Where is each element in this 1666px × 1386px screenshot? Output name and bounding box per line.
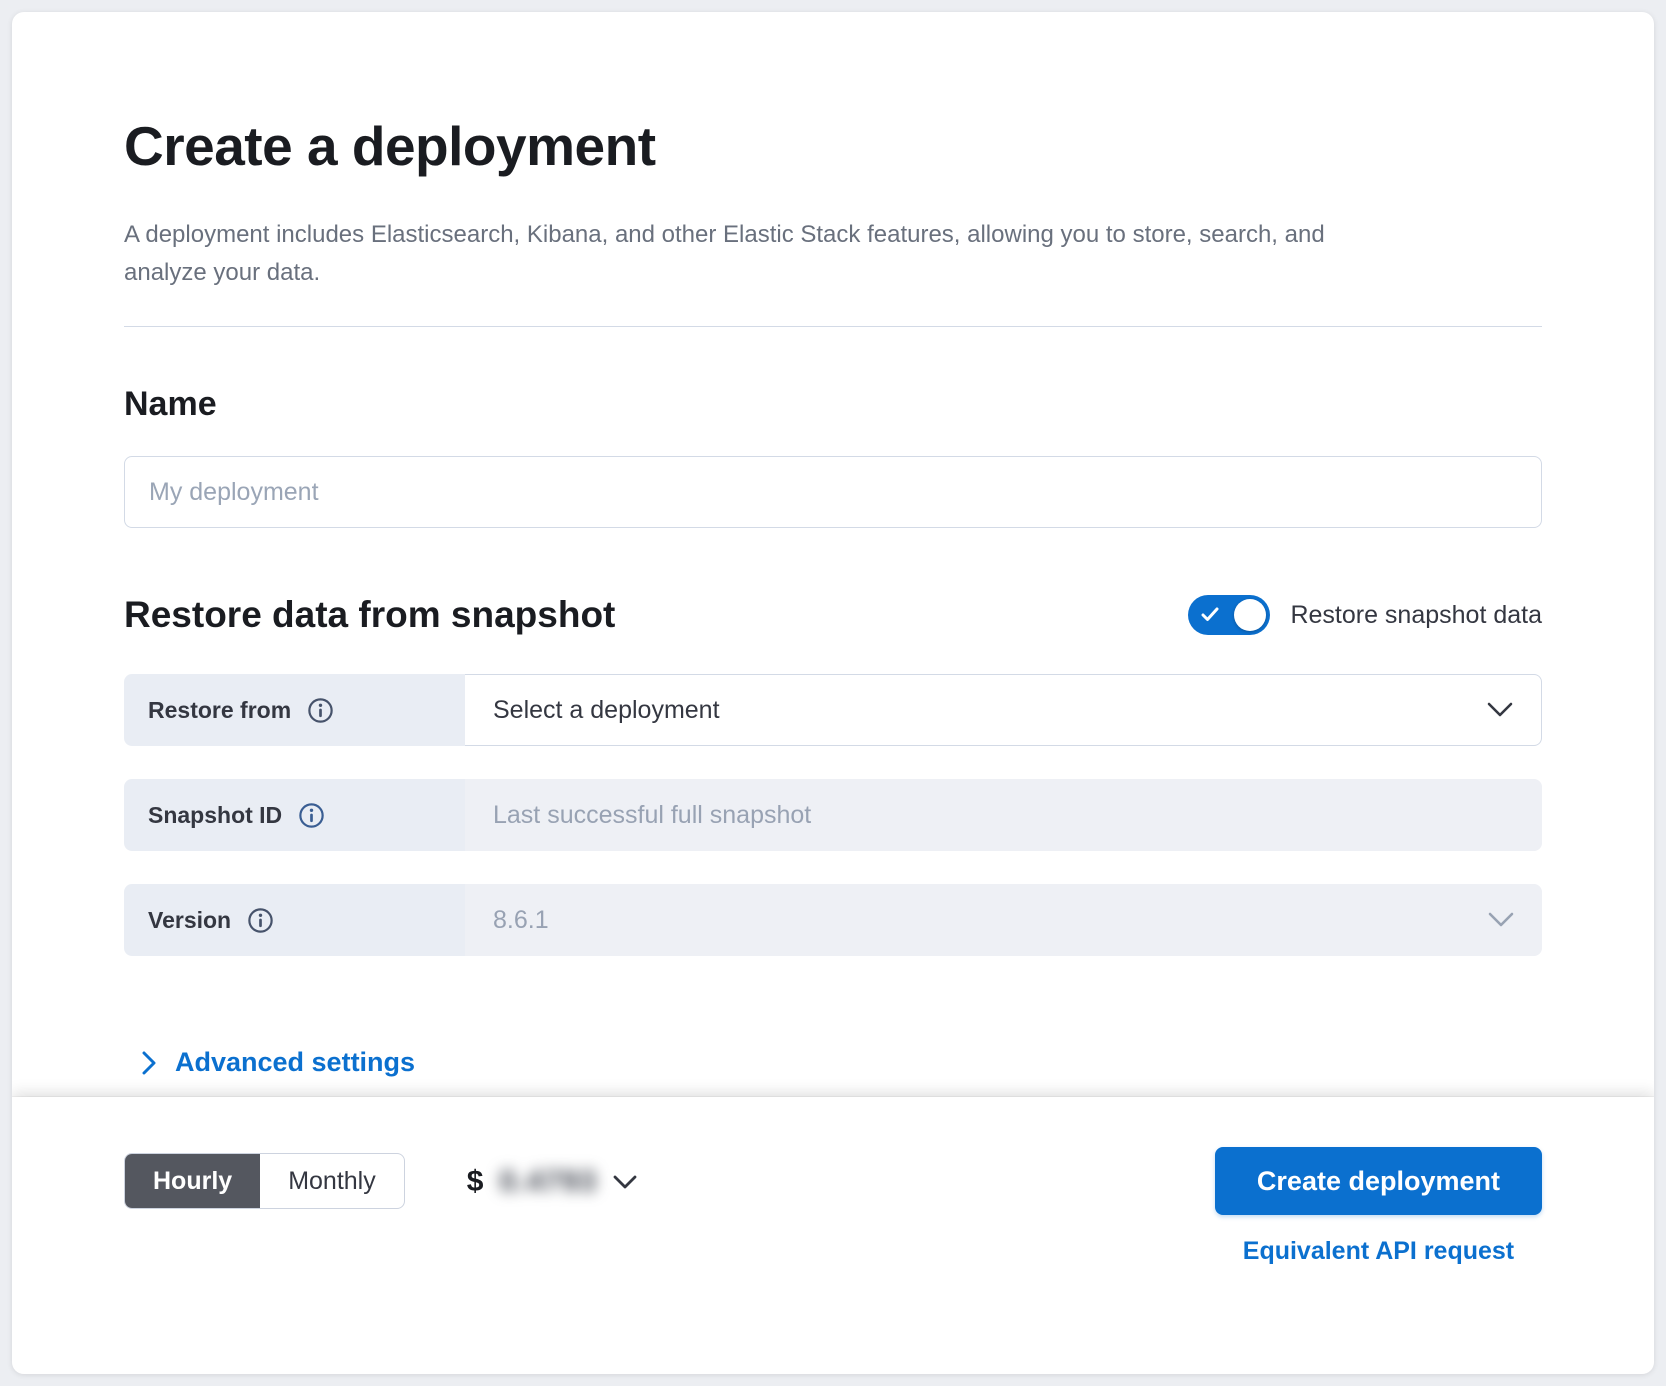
info-icon[interactable] <box>247 907 274 934</box>
version-label: Version <box>148 907 231 934</box>
info-icon[interactable] <box>307 697 334 724</box>
restore-from-label: Restore from <box>148 697 291 724</box>
restore-from-row: Restore from Select a deployment <box>124 674 1542 746</box>
version-label-cell: Version <box>124 884 465 956</box>
chevron-right-icon <box>142 1051 157 1075</box>
price-amount-blurred: 0.4793 <box>499 1165 597 1199</box>
equivalent-api-request-link[interactable]: Equivalent API request <box>1243 1237 1514 1266</box>
restore-toggle-label: Restore snapshot data <box>1290 601 1542 630</box>
price-currency: $ <box>467 1165 484 1199</box>
check-icon <box>1201 607 1219 622</box>
restore-heading: Restore data from snapshot <box>124 594 615 636</box>
snapshot-id-label-cell: Snapshot ID <box>124 779 465 851</box>
main-content: Create a deployment A deployment include… <box>12 12 1654 1097</box>
version-select: 8.6.1 <box>465 884 1542 956</box>
billing-interval-group: Hourly Monthly <box>124 1153 405 1209</box>
page-subtitle: A deployment includes Elasticsearch, Kib… <box>124 216 1414 292</box>
divider <box>124 326 1542 327</box>
create-deployment-panel: Create a deployment A deployment include… <box>12 12 1654 1374</box>
restore-snapshot-toggle[interactable] <box>1188 595 1270 635</box>
chevron-down-icon <box>613 1175 637 1190</box>
restore-toggle-wrap: Restore snapshot data <box>1188 595 1542 635</box>
price-dropdown[interactable]: $ 0.4793 <box>467 1165 637 1199</box>
snapshot-id-input: Last successful full snapshot <box>465 779 1542 851</box>
restore-header-row: Restore data from snapshot Restore snaps… <box>124 594 1542 636</box>
chevron-down-icon <box>1488 912 1514 928</box>
name-heading: Name <box>124 385 1542 424</box>
deployment-name-input[interactable] <box>124 456 1542 528</box>
version-value: 8.6.1 <box>493 906 549 935</box>
advanced-settings-label: Advanced settings <box>175 1047 415 1078</box>
monthly-button[interactable]: Monthly <box>260 1154 404 1208</box>
hourly-button[interactable]: Hourly <box>125 1154 260 1208</box>
advanced-settings-link[interactable]: Advanced settings <box>142 1047 415 1078</box>
info-icon[interactable] <box>298 802 325 829</box>
toggle-knob <box>1234 599 1266 631</box>
snapshot-id-label: Snapshot ID <box>148 802 282 829</box>
restore-from-label-cell: Restore from <box>124 674 465 746</box>
restore-from-select[interactable]: Select a deployment <box>465 674 1542 746</box>
bottom-bar: Hourly Monthly $ 0.4793 Create deploymen… <box>12 1097 1654 1374</box>
create-deployment-button[interactable]: Create deployment <box>1215 1147 1542 1215</box>
restore-from-value: Select a deployment <box>493 696 720 725</box>
page-title: Create a deployment <box>124 114 1542 178</box>
snapshot-id-value: Last successful full snapshot <box>493 801 811 830</box>
footer-actions: Create deployment Equivalent API request <box>1215 1147 1542 1266</box>
chevron-down-icon <box>1487 702 1513 718</box>
version-row: Version 8.6.1 <box>124 884 1542 956</box>
snapshot-id-row: Snapshot ID Last successful full snapsho… <box>124 779 1542 851</box>
